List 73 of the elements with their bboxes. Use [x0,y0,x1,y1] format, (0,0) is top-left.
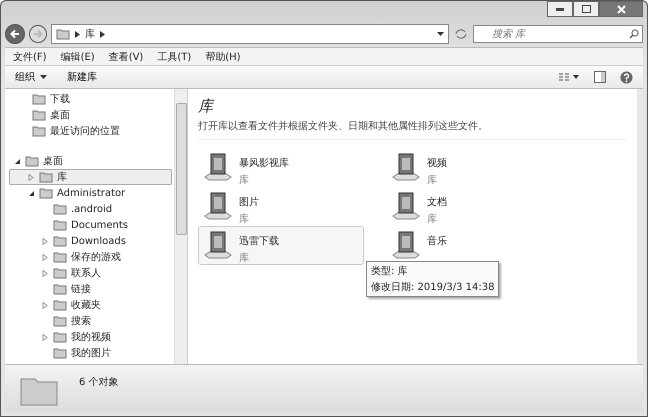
tooltip-line: 类型: 库 [371,264,409,278]
tree-item[interactable]: 库 [9,169,172,185]
folder-icon [53,267,67,279]
folder-icon [32,109,46,121]
folder-icon [53,219,67,231]
menu-item[interactable]: 查看(V) [108,50,144,64]
back-button[interactable] [5,24,25,44]
favorites-item[interactable]: 桌面 [9,107,172,123]
search-field[interactable]: 搜索 库 [473,25,643,43]
address-bar[interactable]: 库 [51,24,449,44]
dropdown-arrow-icon [40,75,47,79]
forward-arrow-icon [33,29,43,39]
tree-item[interactable]: Documents [9,217,172,233]
refresh-icon[interactable] [453,27,469,41]
favorites-item[interactable]: 最近访问的位置 [9,123,172,139]
scrollbar[interactable] [174,89,187,364]
dropdown-arrow-icon [437,32,444,36]
tree-item[interactable]: .android [9,201,172,217]
toolbar-button[interactable]: 新建库 [67,70,97,84]
minimize-button[interactable] [547,1,573,17]
tree-item[interactable]: 链接 [9,281,172,297]
search-icon [629,29,639,39]
minimize-icon [556,8,564,10]
close-button[interactable] [599,1,643,17]
tree-item[interactable]: 我的图片 [9,345,172,361]
tree-item[interactable]: 我的视频 [9,329,172,345]
folder-icon [53,283,67,295]
folder-icon [53,315,67,327]
favorites-item[interactable]: 下载 [9,91,172,107]
breadcrumb-arrow-icon [75,30,80,38]
folder-icon [53,299,67,311]
view-options-icon[interactable] [558,72,580,82]
tree-item[interactable]: 收藏夹 [9,297,172,313]
maximize-button[interactable] [573,1,599,17]
help-icon[interactable] [620,70,633,84]
breadcrumb-arrow-icon [100,30,105,38]
breadcrumb[interactable]: 库 [85,27,95,41]
tree-item[interactable]: 搜索 [9,313,172,329]
folder-icon [53,251,67,263]
library-item[interactable]: 迅雷下载 库 [198,226,364,265]
library-item[interactable]: 图片 库 [198,187,364,226]
library-item[interactable]: 音乐 [386,226,552,265]
toolbar-button[interactable]: 组织 [15,70,47,84]
item-count: 6 个对象 [79,376,119,389]
folder-icon [32,125,46,137]
tree-item[interactable]: 保存的游戏 [9,249,172,265]
page-title: 库 [198,97,216,116]
library-item[interactable]: 视频 库 [386,148,552,187]
library-item[interactable]: 暴风影视库 库 [198,148,364,187]
folder-icon [25,155,39,167]
tooltip-line: 修改日期: 2019/3/3 14:38 [371,280,494,294]
folder-icon [53,203,67,215]
close-icon [616,4,626,14]
menu-item[interactable]: 帮助(H) [205,50,241,64]
library-item[interactable]: 文档 库 [386,187,552,226]
tree-item[interactable]: Administrator [9,185,172,201]
tree-item[interactable]: Downloads [9,233,172,249]
tree-item[interactable]: 桌面 [9,153,172,169]
folder-icon [53,347,67,359]
menu-item[interactable]: 编辑(E) [60,50,95,64]
folder-icon [39,171,53,183]
folder-icon [32,93,46,105]
preview-pane-icon[interactable] [594,71,606,83]
back-arrow-icon [10,29,20,39]
menu-item[interactable]: 文件(F) [13,50,47,64]
folder-icon [53,331,67,343]
menu-item[interactable]: 工具(T) [157,50,192,64]
maximize-icon [582,5,590,13]
tree-item[interactable]: 联系人 [9,265,172,281]
forward-button[interactable] [29,25,47,43]
page-description: 打开库以查看文件并根据文件夹、日期和其他属性排列这些文件。 [198,119,627,140]
folder-icon [39,187,53,199]
folder-icon [53,235,67,247]
